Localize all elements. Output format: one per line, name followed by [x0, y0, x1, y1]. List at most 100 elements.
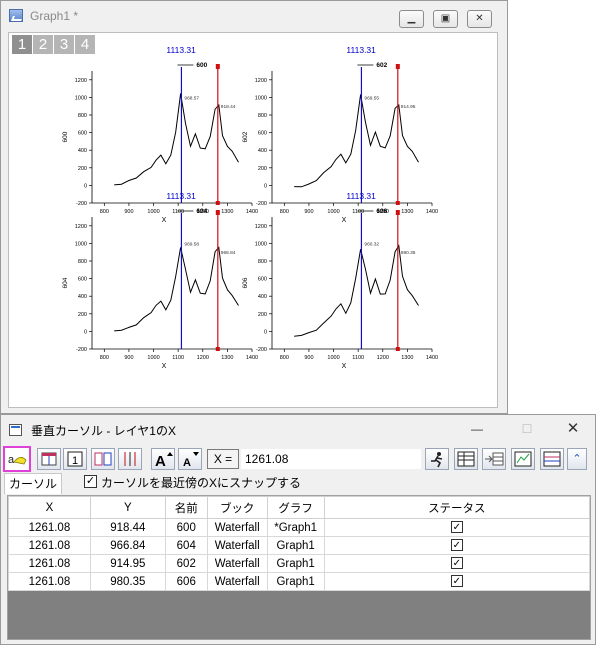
layer-one-icon: 1: [64, 449, 86, 469]
dialog-minimize-button[interactable]: —: [463, 419, 491, 439]
cell-name: 606: [164, 572, 208, 591]
layer-tab-2[interactable]: 2: [33, 35, 53, 54]
column-header-x[interactable]: X: [8, 496, 91, 519]
cell-book: Waterfall: [206, 518, 268, 537]
pair-cursor-icon: [92, 449, 114, 469]
settings-icon: [541, 449, 563, 469]
y-tick-label: 800: [258, 113, 267, 119]
collapse-icon: ⌃: [572, 453, 582, 465]
y-tick-label: 600: [258, 277, 267, 283]
y-tick-label: 1200: [255, 78, 267, 84]
new-cursor-button[interactable]: [37, 448, 61, 470]
settings-button[interactable]: [540, 448, 564, 470]
red-cursor-foot: [395, 201, 400, 205]
y-tick-label: 200: [258, 166, 267, 172]
x-tick-label: 1100: [352, 209, 364, 215]
column-header-status[interactable]: ステータス: [323, 496, 591, 519]
y-tick-label: 400: [78, 148, 87, 154]
y-tick-label: 600: [78, 131, 87, 137]
series-legend: 604: [196, 208, 207, 215]
column-header-graph[interactable]: グラフ: [266, 496, 325, 519]
runner-button[interactable]: [425, 448, 449, 470]
cell-status: ✓: [323, 572, 591, 591]
x-tick-label: 800: [100, 209, 109, 215]
x-tick-label: 1000: [147, 355, 159, 361]
y-tick-label: 400: [78, 294, 87, 300]
cursor-table: X Y 名前 ブック グラフ ステータス 1261.08 918.44 600 …: [8, 496, 591, 591]
graph-window-icon: [9, 9, 23, 22]
font-decrease-button[interactable]: A: [178, 448, 202, 470]
maximize-button[interactable]: ▣: [433, 10, 458, 28]
column-header-book[interactable]: ブック: [206, 496, 268, 519]
x-tick-label: 800: [280, 209, 289, 215]
y-tick-label: 200: [78, 166, 87, 172]
red-value-label: 914.95: [401, 104, 416, 110]
x-tick-label: 900: [124, 209, 133, 215]
blue-value-label: 968.57: [184, 95, 199, 101]
font-increase-button[interactable]: A: [151, 448, 175, 470]
svg-text:a: a: [8, 454, 15, 466]
table-row[interactable]: 1261.08 914.95 602 Waterfall Graph1 ✓: [8, 554, 591, 573]
tab-cursor[interactable]: カーソル: [4, 473, 62, 494]
column-header-name[interactable]: 名前: [164, 496, 208, 519]
close-icon: ✕: [475, 13, 484, 24]
red-cursor-handle: [215, 64, 220, 69]
cell-graph: Graph1: [266, 536, 325, 555]
waterfall-plot[interactable]: 800 900 1000 1100 1200 1300 1400-2000200400600…: [9, 33, 499, 409]
x-tick-label: 900: [304, 209, 313, 215]
x-tick-label: 1000: [147, 209, 159, 215]
layer-tab-3[interactable]: 3: [54, 35, 74, 54]
graph-titlebar[interactable]: Graph1 * ▁ ▣ ✕: [1, 1, 507, 29]
dialog-maximize-button[interactable]: ☐: [513, 419, 541, 439]
svg-text:A: A: [155, 453, 166, 469]
status-checkbox[interactable]: ✓: [450, 575, 463, 588]
cursor-table-area: X Y 名前 ブック グラフ ステータス 1261.08 918.44 600 …: [7, 495, 591, 640]
y-tick-label: 400: [258, 294, 267, 300]
table-row[interactable]: 1261.08 966.84 604 Waterfall Graph1 ✓: [8, 536, 591, 555]
export-grid-button[interactable]: [482, 448, 506, 470]
dialog-close-button[interactable]: ✕: [559, 419, 587, 439]
graph-canvas[interactable]: 800 900 1000 1100 1200 1300 1400 -200 0 200 400 600…: [8, 32, 498, 408]
cursor-x-label: 1113.31: [166, 191, 196, 201]
cell-y: 914.95: [89, 554, 166, 573]
status-checkbox[interactable]: ✓: [450, 521, 463, 534]
close-button[interactable]: ✕: [467, 10, 492, 28]
series-line-604: [114, 246, 239, 332]
status-checkbox[interactable]: ✓: [450, 539, 463, 552]
cell-name: 602: [164, 554, 208, 573]
layer-tab-4[interactable]: 4: [75, 35, 95, 54]
x-tick-label: 1300: [401, 209, 413, 215]
cell-x: 1261.08: [8, 554, 91, 573]
y-tick-label: 800: [78, 259, 87, 265]
layer-one-button[interactable]: 1: [63, 448, 87, 470]
blue-value-label: 960.32: [364, 241, 379, 247]
layer-tab-1[interactable]: 1: [12, 35, 32, 54]
y-axis-title: 600: [62, 131, 69, 142]
y-tick-label: 0: [264, 329, 267, 335]
column-header-y[interactable]: Y: [89, 496, 166, 519]
minimize-button[interactable]: ▁: [399, 10, 424, 28]
cursor-lines-button[interactable]: [118, 448, 142, 470]
x-tick-label: 1100: [172, 209, 184, 215]
red-value-label: 918.44: [221, 104, 236, 110]
cell-y: 966.84: [89, 536, 166, 555]
blue-value-label: 969.55: [364, 95, 379, 101]
output-table-button[interactable]: [454, 448, 478, 470]
status-checkbox[interactable]: ✓: [450, 557, 463, 570]
collapse-button[interactable]: ⌃: [567, 448, 587, 470]
font-decrease-icon: A: [179, 449, 201, 469]
table-row[interactable]: 1261.08 980.35 606 Waterfall Graph1 ✓: [8, 572, 591, 591]
table-row[interactable]: 1261.08 918.44 600 Waterfall *Graph1 ✓: [8, 518, 591, 537]
output-graph-button[interactable]: [511, 448, 535, 470]
snap-checkbox[interactable]: ✓: [84, 475, 97, 488]
pair-cursor-button[interactable]: [91, 448, 115, 470]
y-tick-label: 1200: [75, 224, 87, 230]
x-tick-label: 1300: [401, 355, 413, 361]
cell-status: ✓: [323, 554, 591, 573]
cursor-tool-button[interactable]: a: [3, 446, 31, 472]
series-legend: 602: [376, 62, 387, 69]
new-cursor-icon: [38, 449, 60, 469]
y-tick-label: 400: [258, 148, 267, 154]
x-tick-label: 1400: [426, 209, 438, 215]
x-value-input[interactable]: [241, 449, 421, 469]
